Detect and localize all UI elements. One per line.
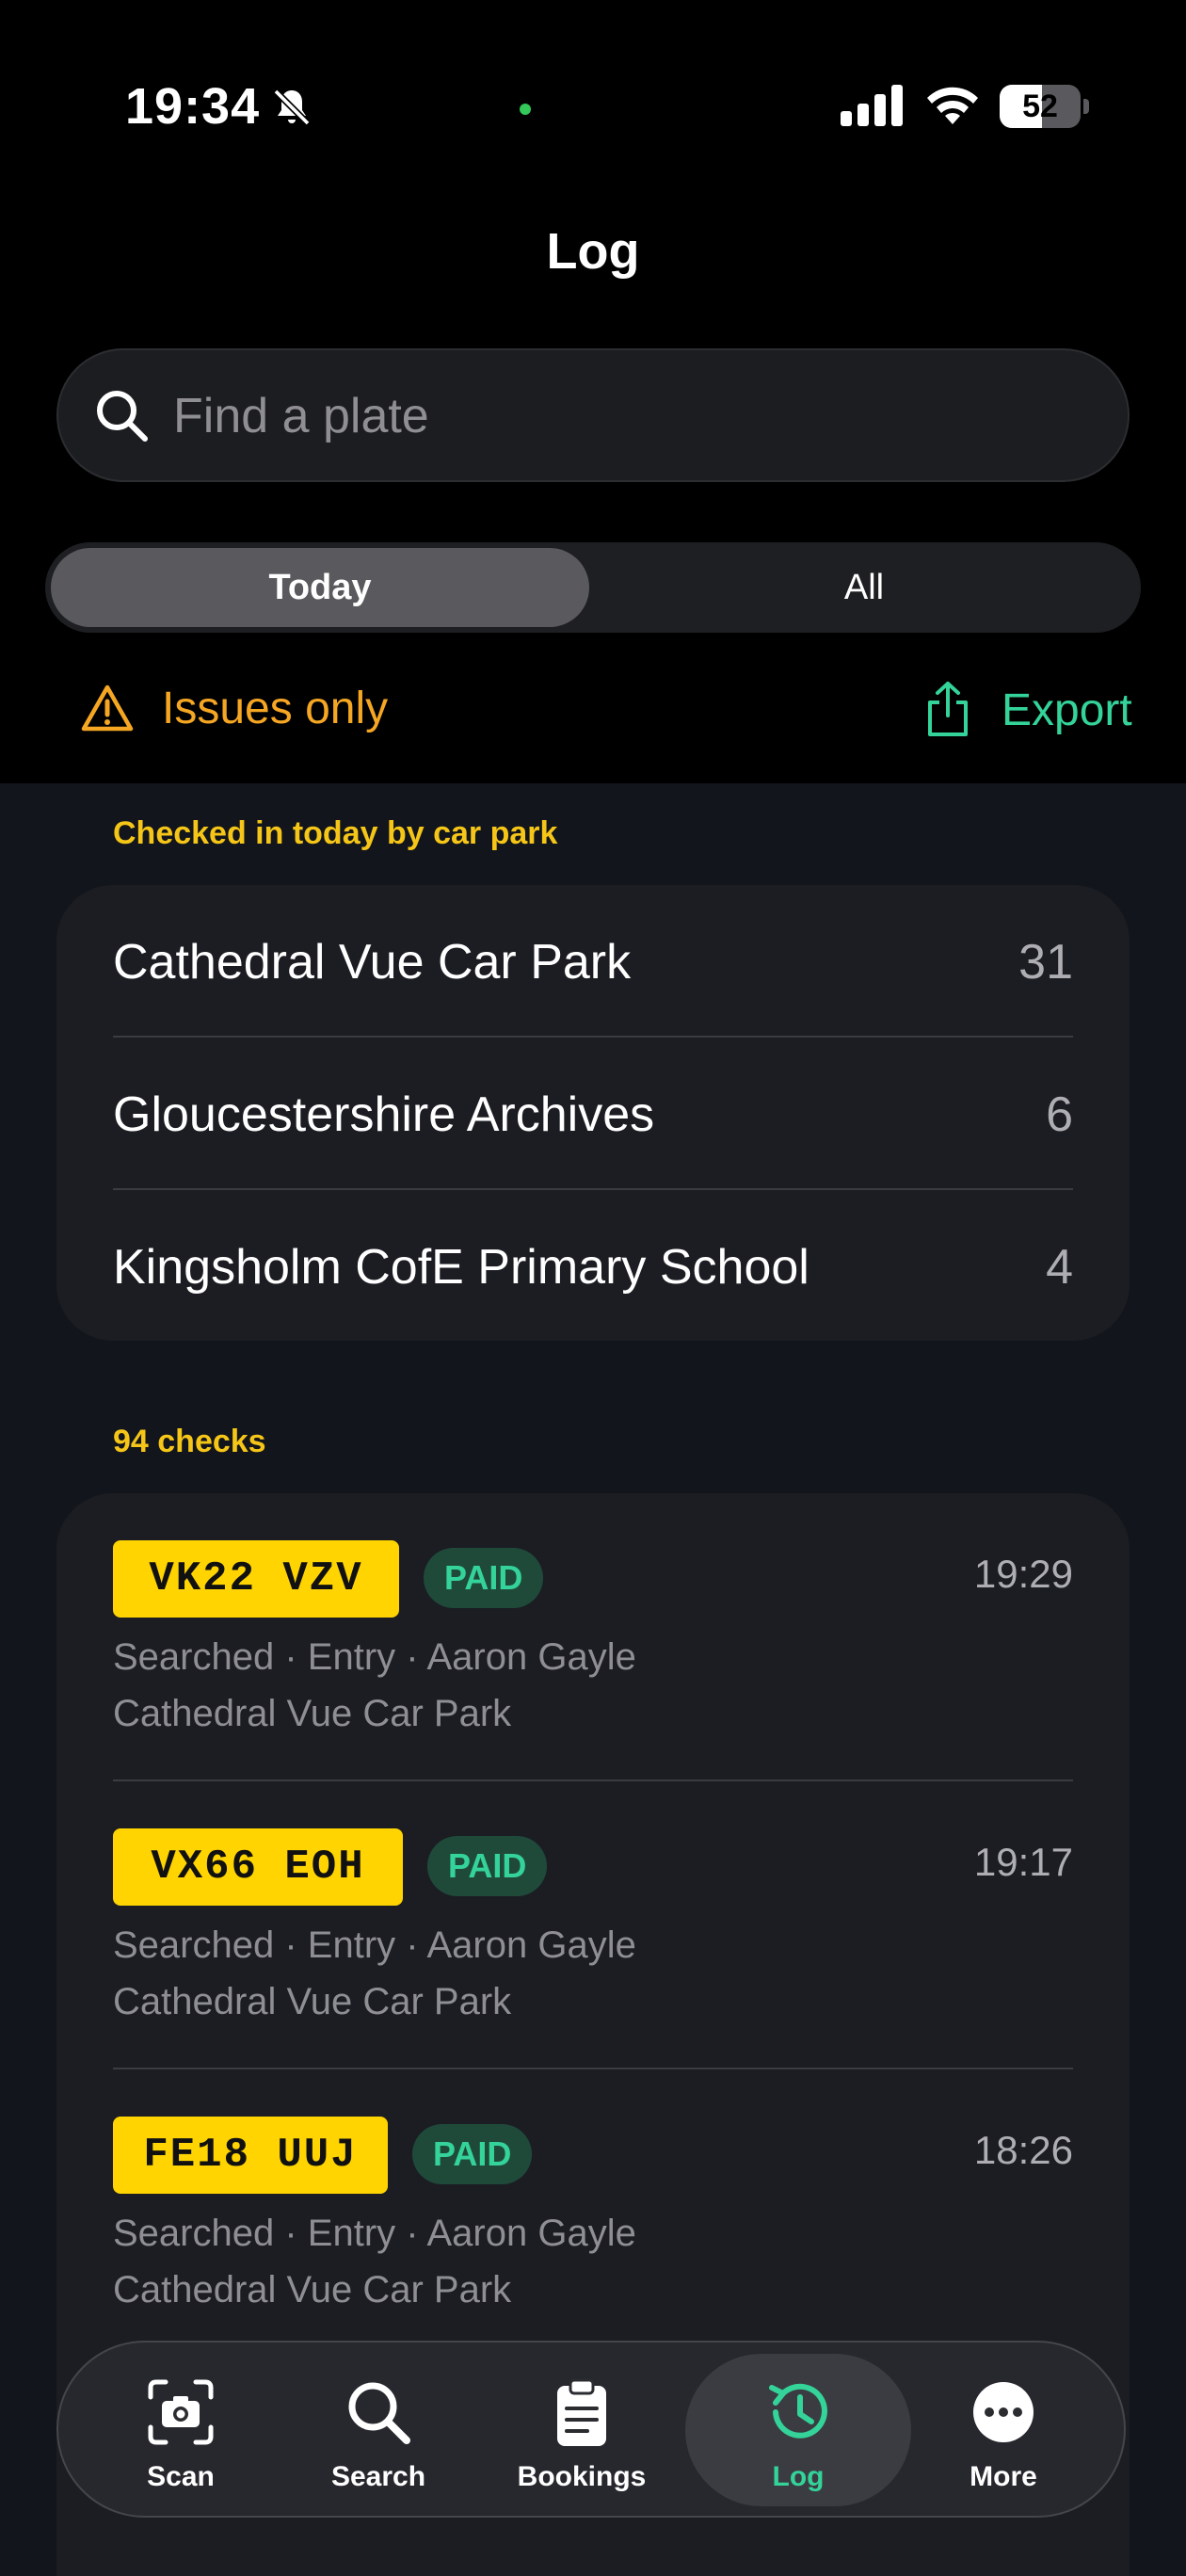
search-icon <box>97 391 148 442</box>
plate-number: VK22 VZV <box>113 1540 399 1618</box>
status-badge: PAID <box>424 1548 544 1608</box>
car-park-row[interactable]: Kingsholm CofE Primary School 4 <box>113 1190 1073 1341</box>
check-row[interactable]: VK22 VZV PAID 19:29 Searched · Entry · A… <box>113 1493 1073 1781</box>
tab-log-label: Log <box>772 2461 825 2492</box>
export-label: Export <box>1002 685 1132 735</box>
tab-more[interactable]: More <box>919 2343 1088 2520</box>
tab-search-label: Search <box>330 2461 426 2492</box>
camera-scan-icon <box>148 2379 214 2445</box>
battery-icon: 52 <box>1000 85 1089 128</box>
battery-level: 52 <box>1022 89 1058 124</box>
tab-search[interactable]: Search <box>294 2343 463 2520</box>
car-park-name: Cathedral Vue Car Park <box>113 935 632 990</box>
check-meta: Searched · Entry · Aaron Gayle <box>113 2213 636 2254</box>
status-badge: PAID <box>427 1836 548 1896</box>
search-field[interactable] <box>56 348 1130 482</box>
bell-muted-icon <box>273 89 311 126</box>
tab-bar: Scan Search Bookings Log More <box>56 2341 1126 2518</box>
car-park-count: 31 <box>1018 935 1073 990</box>
header-area: 19:34 52 Log To <box>0 0 1186 783</box>
car-park-row[interactable]: Gloucestershire Archives 6 <box>113 1038 1073 1190</box>
share-icon <box>928 682 968 736</box>
check-time: 18:26 <box>973 2128 1073 2172</box>
checks-section-heading: 94 checks <box>113 1424 266 1459</box>
status-time: 19:34 <box>125 78 261 135</box>
tab-log[interactable]: Log <box>685 2343 911 2520</box>
plate-number: FE18 UUJ <box>113 2117 388 2194</box>
wifi-icon <box>927 87 978 124</box>
more-ellipsis-icon <box>973 2382 1034 2442</box>
plate-number: VX66 EOH <box>113 1828 403 1906</box>
history-clock-icon <box>769 2383 827 2439</box>
check-meta: Searched · Entry · Aaron Gayle <box>113 1636 636 1678</box>
check-meta: Searched · Entry · Aaron Gayle <box>113 1924 636 1966</box>
check-car-park: Cathedral Vue Car Park <box>113 2269 512 2310</box>
check-row[interactable]: FE18 UUJ PAID 18:26 Searched · Entry · A… <box>113 2069 1073 2358</box>
date-segmented-control: Today All <box>45 542 1141 633</box>
tab-more-label: More <box>970 2461 1037 2492</box>
car-park-name: Kingsholm CofE Primary School <box>113 1240 809 1295</box>
check-time: 19:29 <box>973 1552 1073 1596</box>
car-park-count: 4 <box>1046 1240 1073 1295</box>
tab-bookings-label: Bookings <box>517 2461 647 2492</box>
tab-scan[interactable]: Scan <box>96 2343 265 2520</box>
segment-today[interactable]: Today <box>51 548 589 627</box>
tab-bookings[interactable]: Bookings <box>497 2343 666 2520</box>
car-park-list: Cathedral Vue Car Park 31 Gloucestershir… <box>56 885 1130 1341</box>
segment-all[interactable]: All <box>595 548 1133 627</box>
issues-only-label: Issues only <box>162 684 389 733</box>
clipboard-icon <box>557 2378 606 2446</box>
status-bar: 19:34 52 <box>0 0 1186 217</box>
check-car-park: Cathedral Vue Car Park <box>113 1693 512 1734</box>
car-park-row[interactable]: Cathedral Vue Car Park 31 <box>113 885 1073 1038</box>
car-park-count: 6 <box>1046 1087 1073 1142</box>
car-park-section-heading: Checked in today by car park <box>113 815 558 851</box>
page-title: Log <box>546 223 640 280</box>
search-input[interactable] <box>173 378 1077 454</box>
tab-scan-label: Scan <box>147 2461 215 2492</box>
check-time: 19:17 <box>973 1840 1073 1884</box>
search-icon <box>348 2382 410 2444</box>
check-row[interactable]: VX66 EOH PAID 19:17 Searched · Entry · A… <box>113 1781 1073 2069</box>
cellular-signal-icon <box>841 85 903 126</box>
status-badge: PAID <box>412 2124 533 2184</box>
check-car-park: Cathedral Vue Car Park <box>113 1981 512 2022</box>
car-park-name: Gloucestershire Archives <box>113 1087 655 1142</box>
privacy-indicator-icon <box>520 104 531 115</box>
warning-icon <box>81 684 134 732</box>
